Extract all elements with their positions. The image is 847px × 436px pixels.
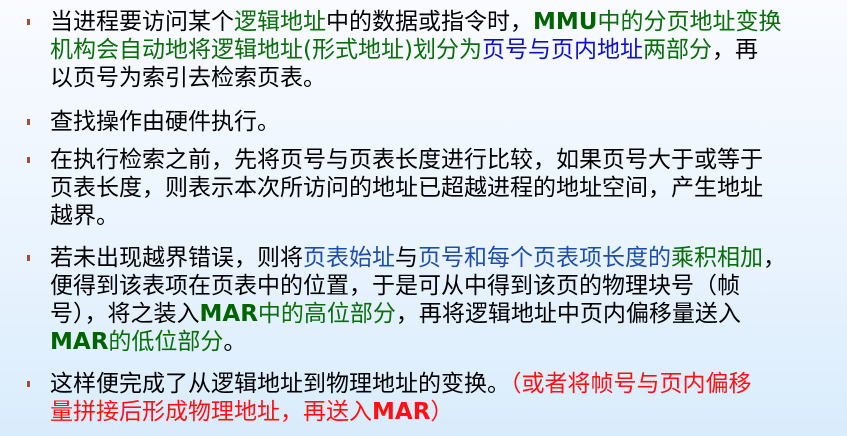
highlighted-text: 中的分页地址变换	[597, 9, 782, 35]
text-line: 量拼接后形成物理地址，再送入MAR）	[50, 398, 453, 426]
text-line: 越界。	[50, 202, 119, 230]
highlighted-text: MAR	[199, 301, 258, 327]
highlighted-text: MAR	[50, 329, 109, 355]
text-segment: 便得到该表项在页表中的位置，于是可从中得到该页的物理块号（帧	[50, 273, 740, 299]
text-segment: 页表长度，则表示本次所访问的地址已超越进程的地址空间，产生地址	[50, 175, 763, 201]
text-segment: 以页号为索引去检索页表。	[50, 65, 326, 91]
text-segment: ，再将逻辑地址中页内偏移量送入	[395, 301, 741, 327]
text-line: 在执行检索之前，先将页号与页表长度进行比较，如果页号大于或等于	[50, 146, 763, 174]
text-segment: ，再	[711, 37, 758, 63]
bullet-marker-icon	[27, 255, 30, 261]
text-segment: ，	[763, 245, 786, 271]
text-segment: 当进程要访问某个	[50, 9, 234, 35]
text-segment: 这样便完成了从逻辑地址到物理地址的变换。	[50, 371, 510, 397]
text-line: MAR的低位部分。	[50, 328, 246, 356]
text-line: 当进程要访问某个逻辑地址中的数据或指令时，MMU中的分页地址变换	[50, 8, 781, 36]
text-segment: 。	[223, 329, 247, 355]
text-line: 若未出现越界错误，则将页表始址与页号和每个页表项长度的乘积相加，	[50, 244, 786, 272]
highlighted-text: 乘积相加	[671, 245, 763, 271]
text-line: 号），将之装入MAR中的高位部分，再将逻辑地址中页内偏移量送入	[50, 300, 741, 328]
slide: 当进程要访问某个逻辑地址中的数据或指令时，MMU中的分页地址变换 机构会自动地将逻…	[0, 0, 847, 436]
text-line: 页表长度，则表示本次所访问的地址已超越进程的地址空间，产生地址	[50, 174, 763, 202]
text-segment: 与	[395, 245, 418, 271]
highlighted-text: 量拼接后形成物理地址，再送入	[50, 399, 372, 425]
text-line: 机构会自动地将逻辑地址(形式地址)划分为页号与页内地址两部分，再	[50, 36, 758, 64]
highlighted-text: 两部分	[642, 37, 712, 63]
highlighted-text: 中的高位部分	[257, 301, 396, 327]
bullet-marker-icon	[27, 19, 30, 25]
bullet-marker-icon	[27, 157, 30, 163]
bullet-marker-icon	[27, 119, 30, 125]
text-line: 这样便完成了从逻辑地址到物理地址的变换。（或者将帧号与页内偏移	[50, 370, 752, 398]
highlighted-text: 机构会自动地将逻辑地址(形式地址)划分为	[50, 37, 482, 63]
highlighted-text: 页号与页内地址	[481, 37, 643, 63]
bullet-marker-icon	[27, 381, 30, 387]
highlighted-text: 页表始址	[303, 245, 395, 271]
text-segment: 查找操作由硬件执行。	[50, 109, 280, 135]
text-segment: 若未出现越界错误，则将	[50, 245, 303, 271]
highlighted-text: 页号和每个页表项长度的	[418, 245, 671, 271]
highlighted-text: ）	[430, 399, 454, 425]
highlighted-text: 逻辑地址	[234, 9, 326, 35]
text-line: 便得到该表项在页表中的位置，于是可从中得到该页的物理块号（帧	[50, 272, 740, 300]
highlighted-text: （或者将帧号与页内偏移	[510, 371, 752, 397]
highlighted-text: MAR	[372, 399, 431, 425]
text-segment: 号），将之装入	[50, 301, 200, 327]
text-line: 以页号为索引去检索页表。	[50, 64, 326, 92]
text-segment: 中的数据或指令时，	[326, 9, 533, 35]
text-line: 查找操作由硬件执行。	[50, 108, 280, 136]
text-segment: 越界。	[50, 203, 119, 229]
highlighted-text: MMU	[533, 9, 598, 35]
text-segment: 在执行检索之前，先将页号与页表长度进行比较，如果页号大于或等于	[50, 147, 763, 173]
highlighted-text: 的低位部分	[108, 329, 224, 355]
